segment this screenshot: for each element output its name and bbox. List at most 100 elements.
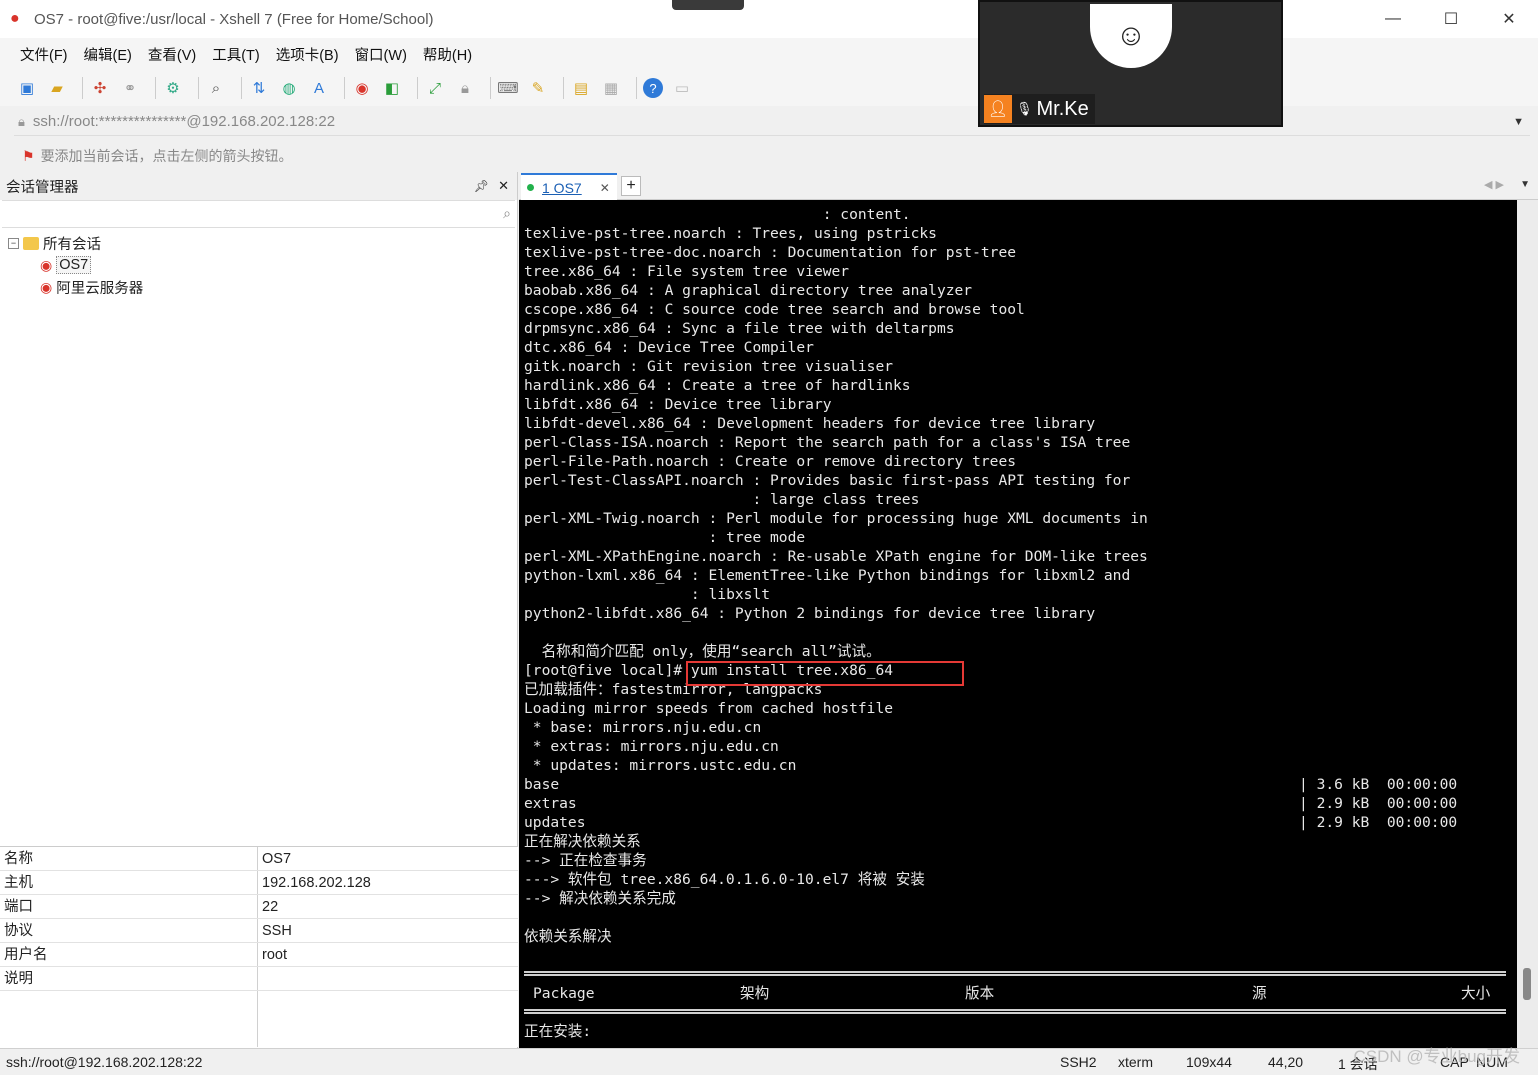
globe-icon[interactable]: ◍ [278, 77, 300, 99]
terminal-line: libfdt-devel.x86_64 : Development header… [524, 415, 1096, 432]
disconnect-icon[interactable]: ⚭ [119, 77, 141, 99]
title-bar: ● OS7 - root@five:/usr/local - Xshell 7 … [0, 0, 1538, 38]
property-key: 主机 [0, 871, 258, 894]
session-manager-panel: 会话管理器 📌︎ ✕ ⌕ − 所有会话 ◉ OS7 ◉ 阿里云服务器 名称 OS… [0, 172, 518, 1048]
table-separator [524, 970, 1506, 976]
tab-os7[interactable]: 1 OS7 ✕ [521, 173, 617, 200]
tab-label[interactable]: 1 OS7 [542, 180, 582, 196]
terminal-line: 正在安装: [524, 1023, 592, 1040]
layout-icon[interactable]: ▦ [600, 77, 622, 99]
status-terminal-type: xterm [1118, 1054, 1153, 1070]
terminal-line: : tree mode [524, 529, 806, 546]
table-header-cell: 源 [1252, 985, 1267, 1002]
font-icon[interactable]: A [308, 77, 330, 99]
session-search-input[interactable]: ⌕ [2, 200, 515, 228]
terminal-line: * base: mirrors.nju.edu.cn [524, 719, 762, 736]
toolbar-separator [241, 77, 242, 99]
property-value: root [262, 947, 287, 963]
window-title: OS7 - root@five:/usr/local - Xshell 7 (F… [34, 10, 434, 28]
terminal-line: texlive-pst-tree-doc.noarch : Documentat… [524, 244, 1017, 261]
table-header-cell: 架构 [740, 985, 770, 1002]
tab-scroll-arrows-icon[interactable]: ◀ ▶ [1484, 178, 1504, 191]
terminal-line: libfdt.x86_64 : Device tree library [524, 396, 832, 413]
help-icon[interactable]: ? [643, 78, 663, 98]
property-row: 主机 192.168.202.128 [0, 871, 518, 895]
xshell-app-icon: ● [10, 10, 20, 27]
session-tree: − 所有会话 ◉ OS7 ◉ 阿里云服务器 [0, 228, 517, 298]
fullscreen-icon[interactable]: ⤢ [424, 77, 446, 99]
search-icon[interactable]: ⌕ [503, 205, 511, 222]
participant-tag: 👤︎ 🎙︎ Mr.Ke [984, 94, 1095, 124]
toolbar: ▣ ▰ ✣ ⚭ ⚙ ⌕ ⇅ ◍ A ◉ ◧ ⤢ 🔒︎ ⌨ ✎ ▤ ▦ ? ▭ [0, 70, 1538, 106]
terminal-line: hardlink.x86_64 : Create a tree of hardl… [524, 377, 911, 394]
menu-tabs[interactable]: 选项卡(B) [276, 44, 339, 65]
new-tab-button[interactable]: + [621, 176, 641, 196]
tree-root-label: 所有会话 [43, 236, 101, 253]
close-button[interactable]: ✕ [1480, 0, 1538, 38]
terminal-line: 正在解决依赖关系 [524, 833, 641, 850]
tab-close-icon[interactable]: ✕ [600, 181, 610, 195]
terminal-line: perl-Test-ClassAPI.noarch : Provides bas… [524, 472, 1131, 489]
tree-item-aliyun[interactable]: ◉ 阿里云服务器 [0, 276, 517, 298]
table-header-cell: 大小 [1461, 985, 1491, 1002]
lock-icon[interactable]: 🔒︎ [454, 77, 476, 99]
tree-item-label: OS7 [56, 256, 92, 274]
keyboard-icon[interactable]: ⌨ [497, 77, 519, 99]
terminal-line: : large class trees [524, 491, 920, 508]
panel-close-icon[interactable]: ✕ [498, 178, 509, 194]
new-session-icon[interactable]: ▣ [16, 77, 38, 99]
tab-menu-icon[interactable]: ▼ [1520, 179, 1530, 190]
pin-icon[interactable]: 📌︎ [474, 179, 489, 193]
chat-icon[interactable]: ▭ [671, 77, 693, 99]
tree-item-os7[interactable]: ◉ OS7 [0, 254, 517, 276]
toolbar-separator [417, 77, 418, 99]
menu-file[interactable]: 文件(F) [20, 44, 68, 65]
command-highlight-box [686, 661, 964, 686]
transfer-icon[interactable]: ⇅ [248, 77, 270, 99]
menu-view[interactable]: 查看(V) [148, 44, 196, 65]
property-value: 192.168.202.128 [262, 875, 371, 891]
xshell-icon[interactable]: ◉ [351, 77, 373, 99]
terminal-line: --> 正在检查事务 [524, 852, 647, 869]
status-connection: ssh://root@192.168.202.128:22 [6, 1054, 203, 1070]
menu-help[interactable]: 帮助(H) [423, 44, 472, 65]
collapse-toggle-icon[interactable]: − [8, 237, 19, 249]
address-bar[interactable]: 🔒︎ ssh://root:***************@192.168.20… [14, 108, 1530, 136]
properties-icon[interactable]: ⚙ [162, 77, 184, 99]
maximize-button[interactable]: ☐ [1422, 0, 1480, 38]
highlight-icon[interactable]: ✎ [527, 77, 549, 99]
menu-tools[interactable]: 工具(T) [212, 44, 260, 65]
xftp-icon[interactable]: ◧ [381, 77, 403, 99]
address-lock-icon: 🔒︎ [18, 113, 25, 129]
property-key: 说明 [0, 967, 258, 990]
add-session-arrow-icon[interactable]: ⚑ [22, 148, 35, 165]
avatar: ☺ [1090, 4, 1172, 68]
connected-status-icon [527, 184, 534, 191]
session-icon: ◉ [40, 278, 53, 295]
menu-edit[interactable]: 编辑(E) [84, 44, 132, 65]
open-folder-icon[interactable]: ▰ [46, 77, 68, 99]
repo-stat: | 2.9 kB 00:00:00 [1299, 795, 1458, 812]
scrollbar-thumb[interactable] [1523, 968, 1531, 1000]
terminal[interactable]: : content. texlive-pst-tree.noarch : Tree… [519, 200, 1517, 1048]
find-icon[interactable]: ⌕ [205, 77, 227, 99]
table-header-cell: Package [533, 985, 595, 1002]
property-key: 名称 [0, 847, 258, 870]
tree-root[interactable]: − 所有会话 [0, 232, 517, 254]
tree-item-label: 阿里云服务器 [56, 280, 144, 297]
terminal-scrollbar[interactable] [1517, 200, 1538, 1048]
terminal-line: tree.x86_64 : File system tree viewer [524, 263, 850, 280]
address-dropdown-icon[interactable]: ▼ [1513, 116, 1524, 128]
minimize-button[interactable]: — [1364, 0, 1422, 38]
terminal-line: 依赖关系解决 [524, 928, 612, 945]
menu-window[interactable]: 窗口(W) [355, 44, 407, 65]
property-row: 名称 OS7 [0, 847, 518, 871]
person-icon: 👤︎ [984, 95, 1012, 123]
terminal-line: base [524, 776, 560, 793]
reconnect-icon[interactable]: ✣ [89, 77, 111, 99]
new-folder-icon[interactable]: ▤ [570, 77, 592, 99]
property-row: 说明 [0, 967, 518, 991]
address-value[interactable]: ssh://root:***************@192.168.202.1… [33, 113, 335, 130]
table-header-cell: 版本 [965, 985, 995, 1002]
terminal-line: ---> 软件包 tree.x86_64.0.1.6.0-10.el7 将被 安… [524, 871, 925, 888]
